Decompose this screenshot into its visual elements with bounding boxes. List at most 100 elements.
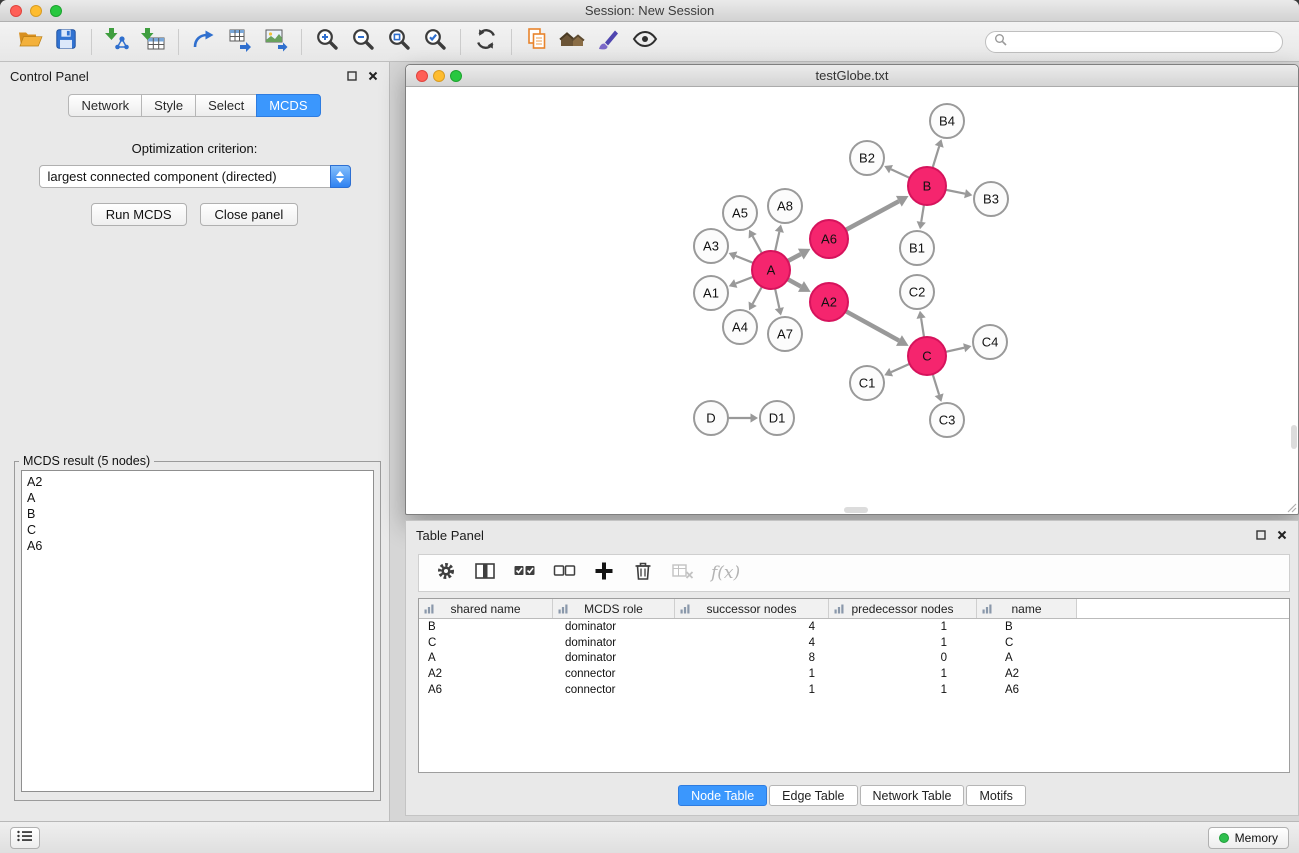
table-cell[interactable]: 4 xyxy=(675,621,829,633)
table-cell[interactable]: A2 xyxy=(419,668,553,680)
table-cell[interactable]: connector xyxy=(553,684,675,696)
zoom-in-button[interactable] xyxy=(309,26,345,58)
table-cell[interactable]: B xyxy=(419,621,553,633)
table-cell[interactable]: dominator xyxy=(553,637,675,649)
table-cell[interactable]: A xyxy=(419,652,553,664)
table-cell[interactable]: connector xyxy=(553,668,675,680)
refresh-view-button[interactable] xyxy=(468,26,504,58)
import-network-from-file-button[interactable] xyxy=(99,26,135,58)
tab-motifs[interactable]: Motifs xyxy=(966,785,1025,806)
table-row[interactable]: A2connector11A2 xyxy=(419,666,1289,682)
table-cell[interactable]: C xyxy=(977,637,1077,649)
horizontal-scrollbar-thumb[interactable] xyxy=(844,507,868,513)
column-header-predecessor-nodes[interactable]: predecessor nodes xyxy=(829,599,977,618)
close-panel-icon[interactable] xyxy=(367,70,379,82)
vertical-scrollbar-thumb[interactable] xyxy=(1291,425,1297,449)
table-cell[interactable]: 1 xyxy=(829,621,977,633)
memory-button[interactable]: Memory xyxy=(1208,827,1289,849)
open-recent-button[interactable] xyxy=(519,26,555,58)
select-all-button[interactable] xyxy=(513,560,536,587)
criterion-dropdown[interactable]: largest connected component (directed) xyxy=(39,165,351,188)
column-header-name[interactable]: name xyxy=(977,599,1077,618)
result-item[interactable]: A6 xyxy=(27,538,368,554)
float-panel-icon[interactable] xyxy=(346,70,358,82)
table-cell[interactable]: 1 xyxy=(829,684,977,696)
open-session-button[interactable] xyxy=(12,26,48,58)
home-button[interactable] xyxy=(555,26,591,58)
tab-network[interactable]: Network xyxy=(68,94,142,117)
import-table-from-file-button[interactable] xyxy=(135,26,171,58)
graph-edge-A-A3[interactable] xyxy=(736,256,756,264)
network-canvas[interactable]: AA1A2A3A4A5A6A7A8BB1B2B3B4CC1C2C3C4DD1 xyxy=(406,87,1298,514)
zoom-out-button[interactable] xyxy=(345,26,381,58)
table-row[interactable]: Adominator80A xyxy=(419,651,1289,667)
search-field[interactable] xyxy=(985,31,1283,53)
mcds-result-list[interactable]: A2ABCA6 xyxy=(21,470,374,792)
tab-edge-table[interactable]: Edge Table xyxy=(769,785,857,806)
graph-edge-C-C4[interactable] xyxy=(944,348,965,353)
graph-edge-C-C1[interactable] xyxy=(891,363,911,372)
resize-grip-icon[interactable] xyxy=(1285,501,1297,513)
graph-edge-A6-B[interactable] xyxy=(844,201,899,231)
table-cell[interactable]: C xyxy=(419,637,553,649)
graph-edge-B-B4[interactable] xyxy=(932,146,939,169)
save-session-button[interactable] xyxy=(48,26,84,58)
zoom-selected-button[interactable] xyxy=(417,26,453,58)
float-panel-icon[interactable] xyxy=(1255,529,1267,541)
style-brush-button[interactable] xyxy=(591,26,627,58)
table-cell[interactable]: A6 xyxy=(419,684,553,696)
table-cell[interactable]: 0 xyxy=(829,652,977,664)
result-item[interactable]: A xyxy=(27,490,368,506)
tab-select[interactable]: Select xyxy=(195,94,257,117)
table-settings-button[interactable] xyxy=(435,560,457,587)
graph-edge-A-A5[interactable] xyxy=(753,236,763,255)
graph-edge-A-A1[interactable] xyxy=(736,276,755,283)
clone-network-button[interactable] xyxy=(222,26,258,58)
show-column-button[interactable] xyxy=(474,560,496,587)
graph-edge-B-B2[interactable] xyxy=(891,169,912,179)
result-item[interactable]: B xyxy=(27,506,368,522)
graph-edge-B-B3[interactable] xyxy=(944,189,965,193)
network-canvas-container[interactable]: AA1A2A3A4A5A6A7A8BB1B2B3B4CC1C2C3C4DD1 xyxy=(406,87,1298,514)
graph-edge-A-A7[interactable] xyxy=(775,287,780,309)
graph-edge-A-A8[interactable] xyxy=(775,232,780,254)
table-cell[interactable]: 1 xyxy=(829,668,977,680)
close-panel-button[interactable]: Close panel xyxy=(200,203,299,226)
delete-row-button[interactable] xyxy=(632,559,654,587)
table-cell[interactable]: 1 xyxy=(675,684,829,696)
table-cell[interactable]: A xyxy=(977,652,1077,664)
column-header-successor-nodes[interactable]: successor nodes xyxy=(675,599,829,618)
table-cell[interactable]: dominator xyxy=(553,621,675,633)
graph-edge-A2-C[interactable] xyxy=(844,310,899,340)
task-history-button[interactable] xyxy=(10,827,40,849)
add-row-button[interactable] xyxy=(593,560,615,587)
new-network-button[interactable] xyxy=(186,26,222,58)
table-cell[interactable]: A6 xyxy=(977,684,1077,696)
table-cell[interactable]: 4 xyxy=(675,637,829,649)
table-row[interactable]: A6connector11A6 xyxy=(419,682,1289,698)
table-row[interactable]: Bdominator41B xyxy=(419,619,1289,635)
close-panel-icon[interactable] xyxy=(1276,529,1288,541)
table-cell[interactable]: 1 xyxy=(829,637,977,649)
column-header-MCDS-role[interactable]: MCDS role xyxy=(553,599,675,618)
result-item[interactable]: C xyxy=(27,522,368,538)
run-mcds-button[interactable]: Run MCDS xyxy=(91,203,187,226)
search-input[interactable] xyxy=(1012,35,1274,49)
table-cell[interactable]: 8 xyxy=(675,652,829,664)
column-header-shared-name[interactable]: shared name xyxy=(419,599,553,618)
graph-edge-A-A4[interactable] xyxy=(753,285,763,304)
result-item[interactable]: A2 xyxy=(27,474,368,490)
table-cell[interactable]: B xyxy=(977,621,1077,633)
tab-network-table[interactable]: Network Table xyxy=(860,785,965,806)
table-cell[interactable]: dominator xyxy=(553,652,675,664)
function-builder-button[interactable]: f(x) xyxy=(711,563,740,583)
zoom-fit-button[interactable] xyxy=(381,26,417,58)
tab-style[interactable]: Style xyxy=(141,94,196,117)
network-window-titlebar[interactable]: testGlobe.txt xyxy=(406,65,1298,87)
table-cell[interactable]: 1 xyxy=(675,668,829,680)
delete-table-button[interactable] xyxy=(671,560,694,587)
graph-edge-C-C2[interactable] xyxy=(921,318,924,339)
export-image-button[interactable] xyxy=(258,26,294,58)
tab-mcds[interactable]: MCDS xyxy=(256,94,320,117)
graph-edge-C-C3[interactable] xyxy=(932,372,939,394)
